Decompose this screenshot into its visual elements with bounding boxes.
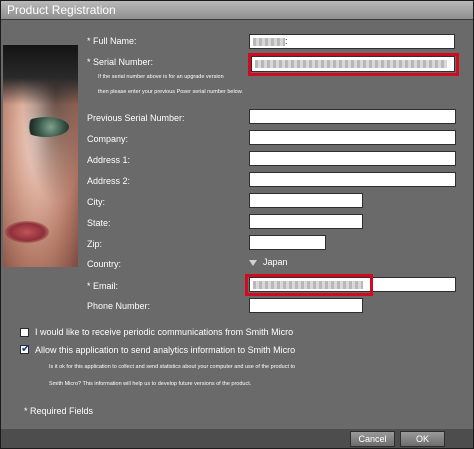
cancel-button[interactable]: Cancel [350,431,395,447]
window-title: Product Registration [7,3,116,17]
state-field[interactable] [249,214,363,229]
periodic-comms-label: I would like to receive periodic communi… [35,327,294,337]
address1-label: Address 1: [87,155,131,165]
required-fields-note: * Required Fields [24,406,94,416]
state-label: State: [87,218,111,228]
serial-hint-1: If the serial number above is for an upg… [98,74,224,80]
address2-field[interactable] [249,172,456,187]
email-field[interactable] [249,277,456,292]
registration-dialog: Product Registration * Full Name: : * Se… [0,0,474,449]
full-name-value: : [285,36,288,46]
analytics-desc-2: Smith Micro? This information will help … [49,381,252,387]
button-bar: Cancel OK [1,429,473,448]
previous-serial-field[interactable] [249,109,456,124]
portrait-image [3,45,78,267]
address1-field[interactable] [249,151,456,166]
zip-field[interactable] [249,235,326,250]
checkmark-icon: ✔ [21,342,31,355]
phone-label: Phone Number: [87,301,151,311]
company-field[interactable] [249,130,456,145]
redacted-email [253,280,363,289]
address2-label: Address 2: [87,176,131,186]
ok-button[interactable]: OK [400,431,445,447]
previous-serial-label: Previous Serial Number: [87,113,185,123]
analytics-desc-1: Is it ok for this application to collect… [49,364,296,370]
portrait-lips [5,221,49,243]
serial-number-label: * Serial Number: [87,57,154,67]
email-label: * Email: [87,281,119,291]
city-label: City: [87,197,105,207]
company-label: Company: [87,134,129,144]
chevron-down-icon [249,260,257,266]
phone-field[interactable] [249,298,363,313]
redacted-name [253,37,285,46]
portrait-hair [3,45,78,105]
country-value: Japan [263,257,288,267]
country-label: Country: [87,259,122,269]
redacted-serial [255,59,447,68]
zip-label: Zip: [87,239,103,249]
full-name-field[interactable]: : [249,34,455,49]
title-bar[interactable]: Product Registration [1,1,473,20]
full-name-label: * Full Name: [87,36,137,46]
analytics-label: Allow this application to send analytics… [35,345,296,355]
serial-number-field[interactable] [251,56,455,72]
country-select[interactable]: Japan [247,257,327,269]
periodic-comms-checkbox[interactable] [20,328,29,337]
portrait-eye [23,117,69,137]
serial-hint-2: then please enter your previous Poser se… [98,89,243,95]
analytics-checkbox[interactable]: ✔ [20,342,31,355]
city-field[interactable] [249,193,363,208]
